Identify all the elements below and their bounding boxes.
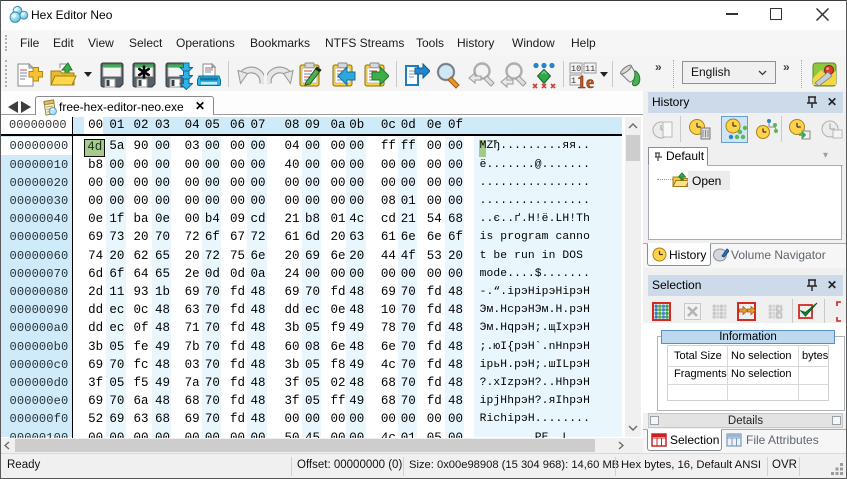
svg-text:1: 1 xyxy=(571,76,576,86)
svg-text:1e: 1e xyxy=(577,72,594,89)
